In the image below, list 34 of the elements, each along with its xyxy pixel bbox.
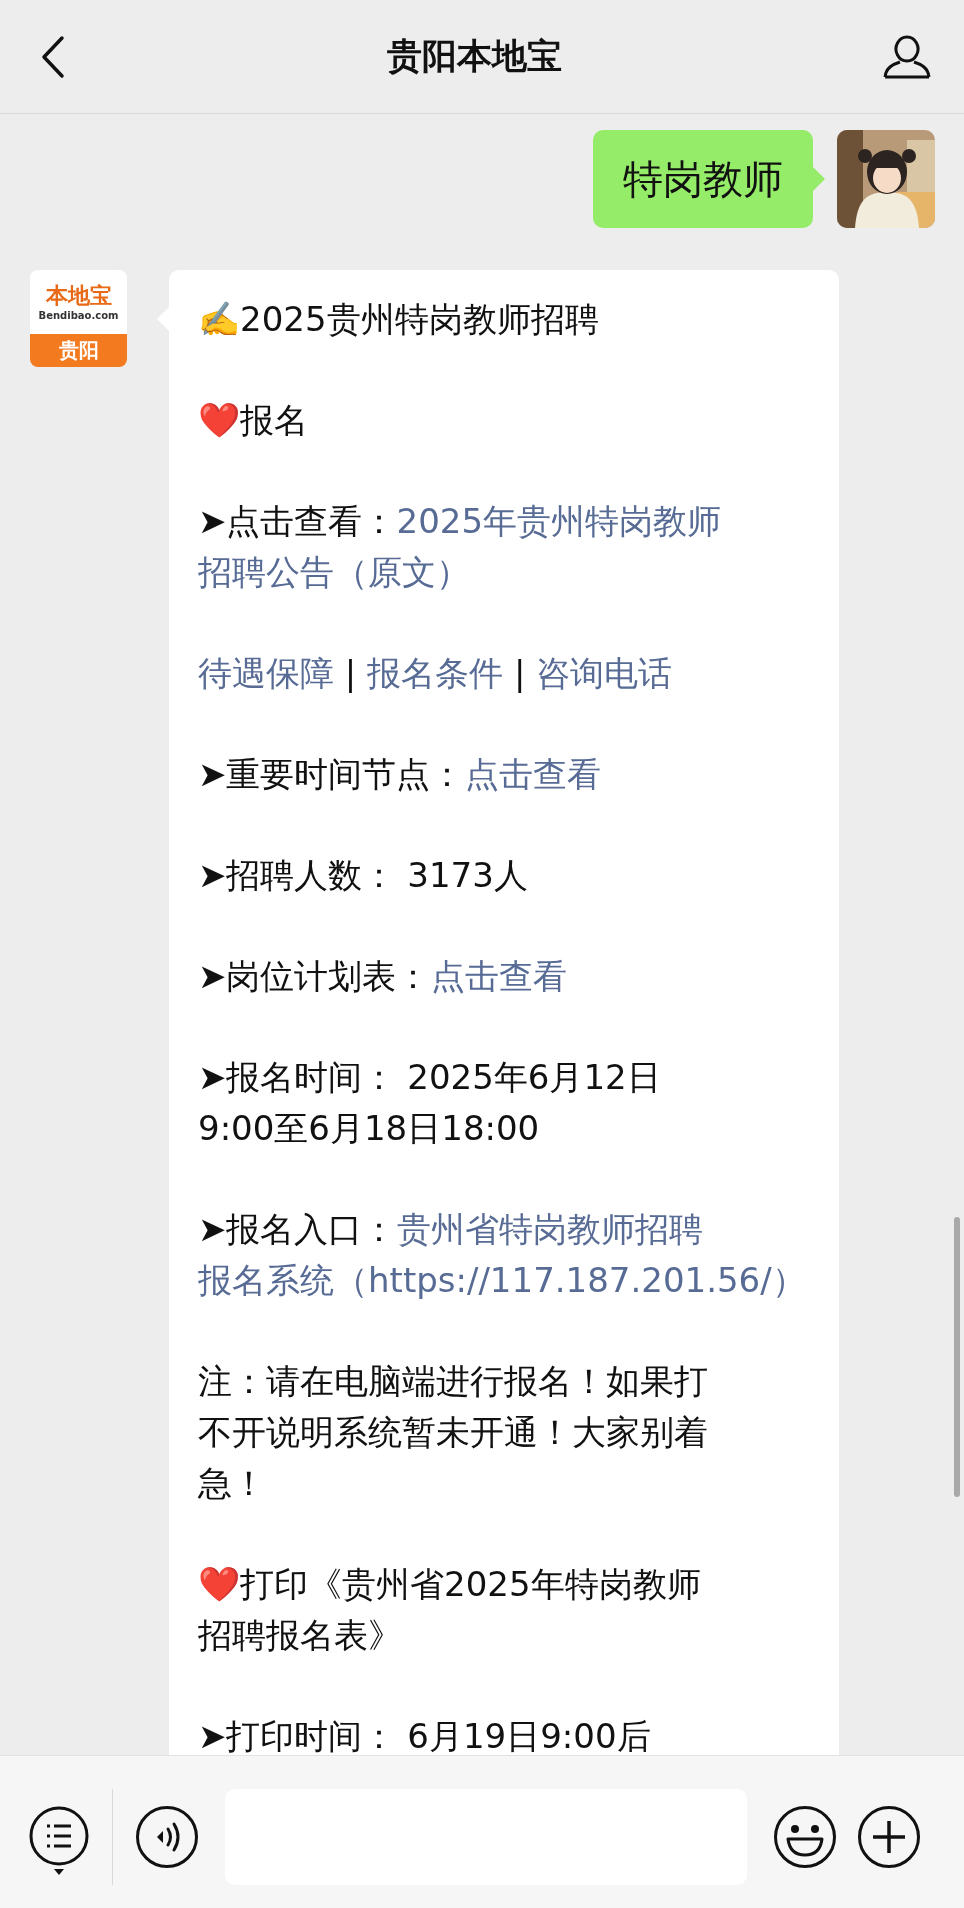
- message-paragraph: ➤招聘人数： 3173人: [198, 854, 529, 897]
- chat-title: 贵阳本地宝: [386, 35, 562, 78]
- message-paragraph: ❤报名: [198, 399, 309, 442]
- message-paragraph: ➤打印时间： 6月19日9:00后: [198, 1715, 652, 1755]
- message-link[interactable]: 咨询电话: [536, 653, 673, 693]
- logo-text: 本地宝: [45, 282, 112, 309]
- message-paragraph: 待遇保障 | 报名条件 | 咨询电话: [198, 652, 674, 695]
- message-paragraph: ✍2025贵州特岗教师招聘: [198, 298, 600, 341]
- message-bubble: 特岗教师: [593, 130, 813, 228]
- logo-city-text: 贵阳: [30, 334, 127, 367]
- message-link[interactable]: 贵州省特岗教师招聘: [396, 1209, 703, 1249]
- message-link[interactable]: 招聘公告（原文）: [198, 552, 470, 592]
- message-link[interactable]: 2025年贵州特岗教师: [396, 501, 722, 541]
- message-paragraph: ➤报名入口：贵州省特岗教师招聘 报名系统（https://117.187.201.56/）: [198, 1208, 807, 1302]
- plus-icon[interactable]: [857, 1805, 921, 1869]
- back-icon[interactable]: [40, 34, 66, 79]
- message-link[interactable]: 点击查看: [464, 754, 601, 794]
- message-paragraph: ➤岗位计划表：点击查看: [198, 955, 568, 998]
- message-paragraph: ➤报名时间： 2025年6月12日 9:00至6月18日18:00: [198, 1056, 662, 1150]
- message-paragraph: ➤点击查看：2025年贵州特岗教师 招聘公告（原文）: [198, 500, 723, 594]
- voice-icon[interactable]: [135, 1805, 199, 1869]
- message-link[interactable]: 待遇保障: [198, 653, 334, 693]
- emoji-icon[interactable]: [773, 1805, 837, 1869]
- message-paragraph: ➤重要时间节点：点击查看: [198, 753, 602, 796]
- menu-icon[interactable]: [28, 1805, 90, 1877]
- message-link[interactable]: 报名系统（https://117.187.201.56/）: [198, 1260, 806, 1300]
- bubble-tail: [813, 167, 825, 191]
- message-link[interactable]: 点击查看: [430, 956, 567, 996]
- logo-site-text: Bendibao.com: [38, 308, 119, 322]
- profile-icon[interactable]: [882, 33, 932, 80]
- message-paragraph: ❤打印《贵州省2025年特岗教师 招聘报名表》: [198, 1563, 702, 1657]
- message-paragraph: 注：请在电脑端进行报名！如果打 不开说明系统暂未开通！大家别着 急！: [198, 1360, 709, 1505]
- message-link[interactable]: 报名条件: [367, 653, 504, 693]
- scroll-bar[interactable]: [954, 1217, 960, 1497]
